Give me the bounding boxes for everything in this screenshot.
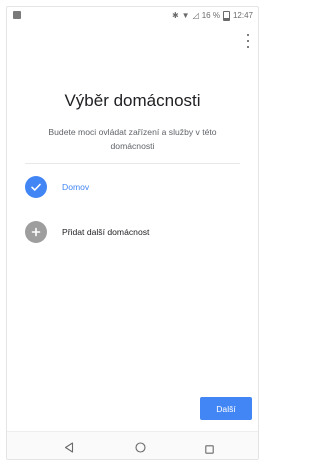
- status-bar: ✱ ▼ ◿ 16 % 12:47: [7, 7, 258, 25]
- battery-icon: [222, 11, 230, 21]
- divider: [25, 163, 240, 164]
- add-home-item[interactable]: Přidat další domácnost: [25, 219, 149, 245]
- add-home-label: Přidat další domácnost: [62, 227, 150, 237]
- navigation-bar: [7, 431, 258, 459]
- home-icon[interactable]: [135, 440, 146, 458]
- home-item-label: Domov: [62, 182, 90, 192]
- check-icon: [25, 176, 47, 198]
- plus-icon: [25, 221, 47, 243]
- page-title: Výběr domácnosti: [64, 91, 201, 110]
- status-icons: ✱ ▼ ◿ 16 % 12:47: [172, 11, 253, 21]
- wifi-icon: ▼: [181, 11, 190, 20]
- battery-percent: 16 %: [201, 11, 220, 20]
- page-subtitle: Budete moci ovládat zařízení a služby v …: [48, 127, 217, 151]
- recents-icon[interactable]: [205, 441, 214, 459]
- signal-icon: ◿: [192, 11, 199, 20]
- overflow-menu-icon[interactable]: [245, 34, 251, 48]
- notification-icon: [13, 11, 21, 19]
- clock: 12:47: [232, 11, 253, 20]
- phone-screen: ✱ ▼ ◿ 16 % 12:47 Výběr domácnosti Budete…: [6, 6, 259, 460]
- back-icon[interactable]: [64, 440, 74, 458]
- bluetooth-icon: ✱: [171, 11, 179, 20]
- home-item-domov[interactable]: Domov: [25, 174, 89, 200]
- next-button[interactable]: Další: [200, 397, 252, 420]
